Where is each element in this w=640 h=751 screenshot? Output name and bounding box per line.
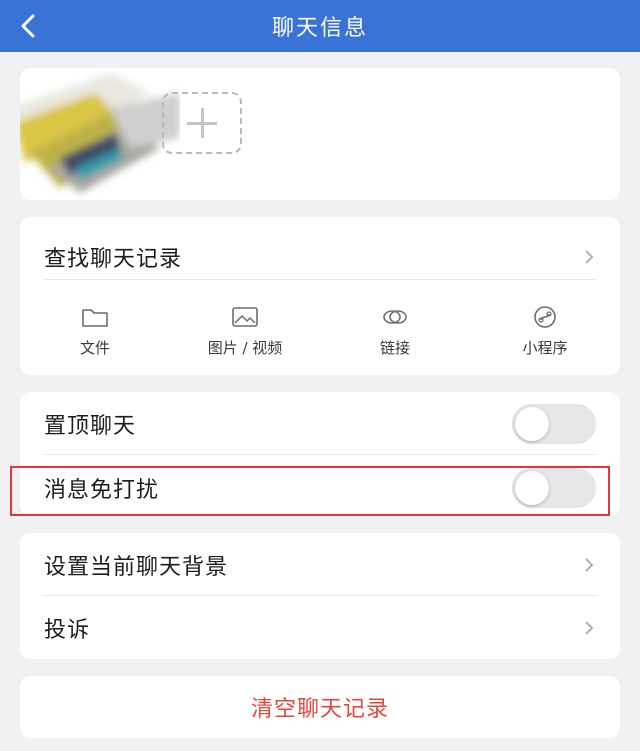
obscured-avatar <box>20 73 180 193</box>
mini-program-icon <box>534 306 556 328</box>
pin-chat-toggle[interactable] <box>512 404 596 444</box>
find-history-row[interactable]: 查找聊天记录 <box>44 231 596 283</box>
mute-row: 消息免打扰 <box>44 462 596 514</box>
chevron-right-icon <box>585 558 594 572</box>
media-item-images-videos[interactable]: 图片 / 视频 <box>170 303 320 363</box>
folder-icon <box>82 309 108 327</box>
clear-history-label: 清空聊天记录 <box>250 697 389 722</box>
top-app-bar: 聊天信息 <box>0 0 640 52</box>
add-member-button[interactable] <box>162 92 242 154</box>
media-item-files[interactable]: 文件 <box>20 303 170 363</box>
media-label: 小程序 <box>522 339 568 357</box>
media-item-mini-programs[interactable]: 小程序 <box>470 303 620 363</box>
image-icon <box>232 307 258 327</box>
page-title: 聊天信息 <box>271 16 368 41</box>
media-shortcuts: 文件 图片 / 视频 链接 小程序 <box>20 303 620 363</box>
chat-background-row[interactable]: 设置当前聊天背景 <box>44 539 596 591</box>
toggles-card: 置顶聊天 消息免打扰 <box>20 392 620 516</box>
chevron-right-icon <box>585 621 594 635</box>
settings-card: 设置当前聊天背景 投诉 <box>20 533 620 659</box>
back-button[interactable] <box>10 8 46 44</box>
link-icon <box>383 310 407 324</box>
history-card: 查找聊天记录 文件 图片 / 视频 链接 小程序 <box>20 217 620 375</box>
divider <box>44 454 596 455</box>
find-history-label: 查找聊天记录 <box>44 247 183 272</box>
chevron-right-icon <box>585 250 594 264</box>
pin-chat-label: 置顶聊天 <box>44 414 137 439</box>
mute-toggle[interactable] <box>512 468 596 508</box>
toggle-knob <box>515 471 549 505</box>
chat-background-label: 设置当前聊天背景 <box>44 555 229 580</box>
pin-chat-row: 置顶聊天 <box>44 398 596 450</box>
media-label: 图片 / 视频 <box>207 339 283 357</box>
toggle-knob <box>515 407 549 441</box>
complain-row[interactable]: 投诉 <box>44 602 596 654</box>
clear-history-button[interactable]: 清空聊天记录 <box>20 676 620 738</box>
media-label: 链接 <box>379 339 410 357</box>
chevron-left-icon <box>21 14 35 38</box>
mute-label: 消息免打扰 <box>44 478 160 503</box>
media-label: 文件 <box>79 339 110 357</box>
complain-label: 投诉 <box>44 618 91 643</box>
divider <box>44 279 596 280</box>
divider <box>44 595 596 596</box>
media-item-links[interactable]: 链接 <box>320 303 470 363</box>
members-card <box>20 68 620 200</box>
